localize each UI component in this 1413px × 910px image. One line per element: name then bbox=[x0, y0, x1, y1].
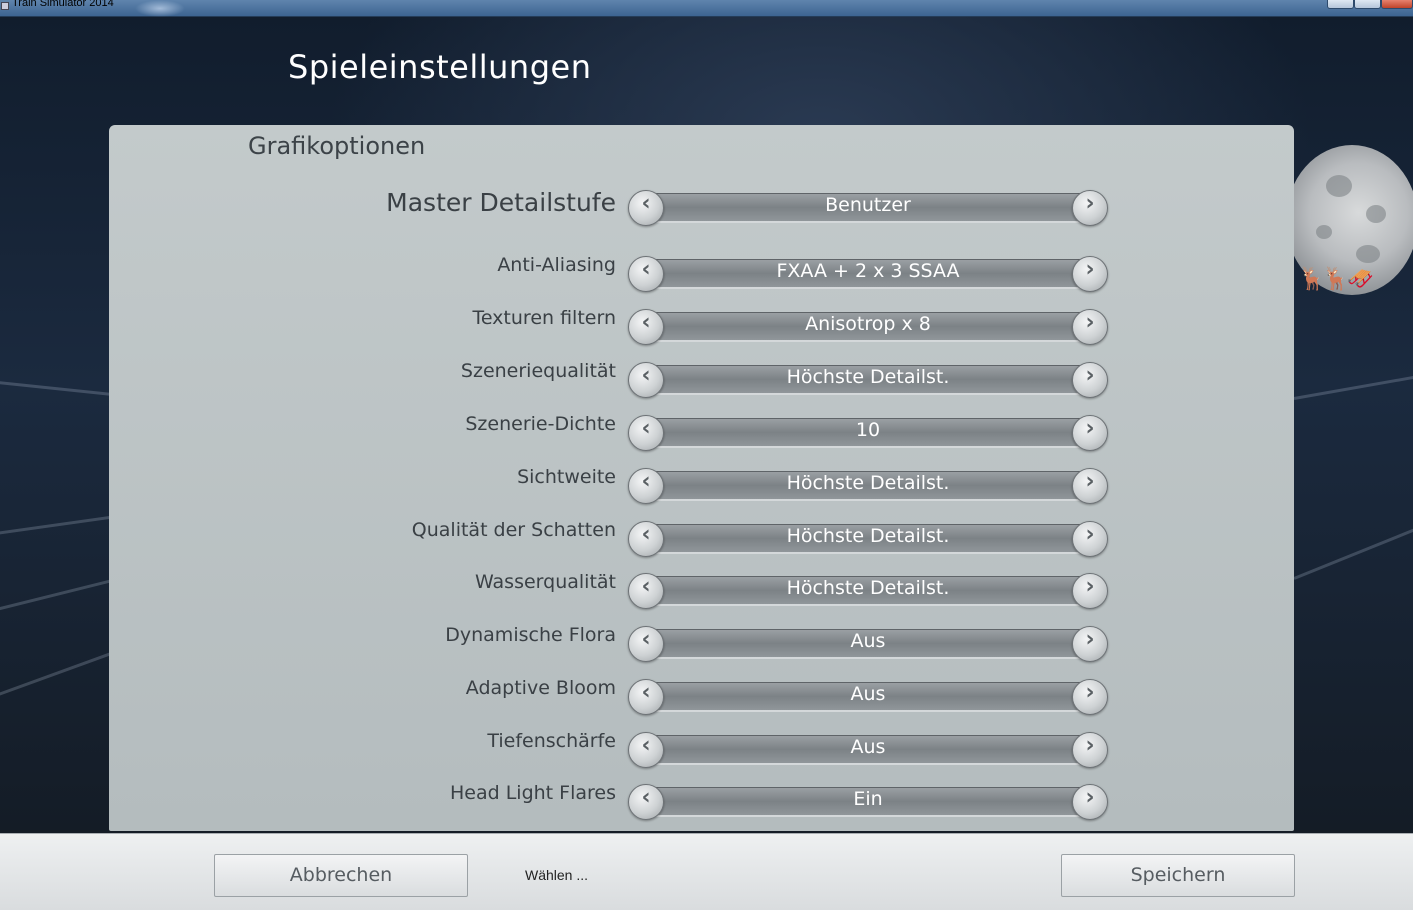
graphics-options-panel: Grafikoptionen Master Detailstufe Benutz… bbox=[109, 125, 1294, 831]
chevron-right-icon[interactable]: › bbox=[1072, 190, 1108, 226]
setting-row-shadow-quality: Qualität der Schatten Höchste Detailst. … bbox=[109, 519, 1294, 559]
chevron-left-icon[interactable]: ‹ bbox=[628, 415, 664, 451]
bottom-bar: Abbrechen Wählen ... Speichern bbox=[0, 833, 1413, 910]
chevron-right-icon[interactable]: › bbox=[1072, 468, 1108, 504]
hint-text: Wählen ... bbox=[525, 867, 589, 883]
setting-row-water-quality: Wasserqualität Höchste Detailst. ‹ › bbox=[109, 571, 1294, 611]
sleigh-icon: 🦌🦌🛷 bbox=[1298, 267, 1374, 292]
setting-label: Tiefenschärfe bbox=[487, 730, 616, 752]
setting-selector: 10 ‹ › bbox=[628, 415, 1108, 451]
setting-value-track: Aus bbox=[646, 682, 1090, 712]
minimize-button[interactable] bbox=[1327, 0, 1354, 9]
close-button[interactable] bbox=[1381, 0, 1413, 9]
page-title: Spieleinstellungen bbox=[288, 48, 592, 86]
setting-label: Texturen filtern bbox=[472, 307, 616, 329]
setting-value: Anisotrop x 8 bbox=[805, 313, 931, 335]
setting-row-master-detail: Master Detailstufe Benutzer ‹ › bbox=[109, 188, 1294, 228]
chevron-right-icon[interactable]: › bbox=[1072, 256, 1108, 292]
setting-selector: Höchste Detailst. ‹ › bbox=[628, 362, 1108, 398]
setting-value-track: FXAA + 2 x 3 SSAA bbox=[646, 259, 1090, 289]
setting-selector: Höchste Detailst. ‹ › bbox=[628, 521, 1108, 557]
setting-row-depth-of-field: Tiefenschärfe Aus ‹ › bbox=[109, 730, 1294, 770]
chevron-right-icon[interactable]: › bbox=[1072, 679, 1108, 715]
setting-value-track: Aus bbox=[646, 735, 1090, 765]
setting-row-scenery-density: Szenerie-Dichte 10 ‹ › bbox=[109, 413, 1294, 453]
setting-value: Benutzer bbox=[825, 194, 911, 216]
setting-row-scenery-quality: Szeneriequalität Höchste Detailst. ‹ › bbox=[109, 360, 1294, 400]
setting-label: Head Light Flares bbox=[449, 782, 616, 804]
setting-value-track: Aus bbox=[646, 629, 1090, 659]
chevron-left-icon[interactable]: ‹ bbox=[628, 362, 664, 398]
chevron-right-icon[interactable]: › bbox=[1072, 362, 1108, 398]
window-title: Train Simulator 2014 bbox=[12, 0, 114, 9]
setting-label: Master Detailstufe bbox=[386, 188, 616, 217]
setting-row-anti-aliasing: Anti-Aliasing FXAA + 2 x 3 SSAA ‹ › bbox=[109, 254, 1294, 294]
chevron-left-icon[interactable]: ‹ bbox=[628, 256, 664, 292]
setting-value: FXAA + 2 x 3 SSAA bbox=[776, 260, 960, 282]
chevron-right-icon[interactable]: › bbox=[1072, 626, 1108, 662]
save-button[interactable]: Speichern bbox=[1061, 854, 1295, 897]
chevron-left-icon[interactable]: ‹ bbox=[628, 190, 664, 226]
setting-value-track: Anisotrop x 8 bbox=[646, 312, 1090, 342]
section-title: Grafikoptionen bbox=[248, 132, 426, 160]
setting-label: Adaptive Bloom bbox=[465, 677, 616, 699]
setting-value: Höchste Detailst. bbox=[786, 577, 950, 599]
title-glow bbox=[135, 0, 185, 17]
maximize-button[interactable] bbox=[1354, 0, 1381, 9]
setting-value: Höchste Detailst. bbox=[786, 472, 950, 494]
setting-label: Szeneriequalität bbox=[460, 360, 616, 382]
setting-selector: FXAA + 2 x 3 SSAA ‹ › bbox=[628, 256, 1108, 292]
chevron-right-icon[interactable]: › bbox=[1072, 521, 1108, 557]
chevron-right-icon[interactable]: › bbox=[1072, 415, 1108, 451]
setting-selector: Anisotrop x 8 ‹ › bbox=[628, 309, 1108, 345]
setting-row-dynamic-flora: Dynamische Flora Aus ‹ › bbox=[109, 624, 1294, 664]
chevron-right-icon[interactable]: › bbox=[1072, 784, 1108, 820]
chevron-left-icon[interactable]: ‹ bbox=[628, 468, 664, 504]
setting-value-track: Höchste Detailst. bbox=[646, 524, 1090, 554]
setting-value: Höchste Detailst. bbox=[786, 366, 950, 388]
setting-value-track: 10 bbox=[646, 418, 1090, 448]
setting-label: Anti-Aliasing bbox=[497, 254, 616, 276]
setting-value: 10 bbox=[855, 419, 881, 441]
setting-value: Aus bbox=[850, 683, 886, 705]
app-icon bbox=[1, 2, 9, 10]
setting-label: Qualität der Schatten bbox=[411, 519, 616, 541]
cancel-button[interactable]: Abbrechen bbox=[214, 854, 468, 897]
setting-selector: Ein ‹ › bbox=[628, 784, 1108, 820]
setting-label: Wasserqualität bbox=[474, 571, 616, 593]
chevron-left-icon[interactable]: ‹ bbox=[628, 309, 664, 345]
setting-label: Szenerie-Dichte bbox=[465, 413, 616, 435]
setting-row-texture-filter: Texturen filtern Anisotrop x 8 ‹ › bbox=[109, 307, 1294, 347]
setting-row-head-light-flares: Head Light Flares Ein ‹ › bbox=[109, 782, 1294, 822]
chevron-right-icon[interactable]: › bbox=[1072, 573, 1108, 609]
setting-value-track: Höchste Detailst. bbox=[646, 471, 1090, 501]
chevron-left-icon[interactable]: ‹ bbox=[628, 732, 664, 768]
setting-row-adaptive-bloom: Adaptive Bloom Aus ‹ › bbox=[109, 677, 1294, 717]
chevron-left-icon[interactable]: ‹ bbox=[628, 573, 664, 609]
chevron-left-icon[interactable]: ‹ bbox=[628, 784, 664, 820]
setting-selector: Höchste Detailst. ‹ › bbox=[628, 573, 1108, 609]
setting-value-track: Höchste Detailst. bbox=[646, 576, 1090, 606]
window-title-bar: Train Simulator 2014 bbox=[0, 0, 1413, 17]
setting-value: Aus bbox=[850, 630, 886, 652]
setting-value: Höchste Detailst. bbox=[786, 525, 950, 547]
chevron-right-icon[interactable]: › bbox=[1072, 309, 1108, 345]
setting-selector: Aus ‹ › bbox=[628, 732, 1108, 768]
setting-selector: Aus ‹ › bbox=[628, 679, 1108, 715]
setting-selector: Aus ‹ › bbox=[628, 626, 1108, 662]
setting-value-track: Höchste Detailst. bbox=[646, 365, 1090, 395]
setting-label: Sichtweite bbox=[517, 466, 616, 488]
setting-selector: Benutzer ‹ › bbox=[628, 190, 1108, 226]
chevron-right-icon[interactable]: › bbox=[1072, 732, 1108, 768]
setting-value: Aus bbox=[850, 736, 886, 758]
chevron-left-icon[interactable]: ‹ bbox=[628, 626, 664, 662]
setting-label: Dynamische Flora bbox=[445, 624, 616, 646]
setting-selector: Höchste Detailst. ‹ › bbox=[628, 468, 1108, 504]
chevron-left-icon[interactable]: ‹ bbox=[628, 679, 664, 715]
setting-value-track: Benutzer bbox=[646, 193, 1090, 223]
setting-value-track: Ein bbox=[646, 787, 1090, 817]
chevron-left-icon[interactable]: ‹ bbox=[628, 521, 664, 557]
setting-row-view-distance: Sichtweite Höchste Detailst. ‹ › bbox=[109, 466, 1294, 506]
setting-value: Ein bbox=[853, 788, 883, 810]
